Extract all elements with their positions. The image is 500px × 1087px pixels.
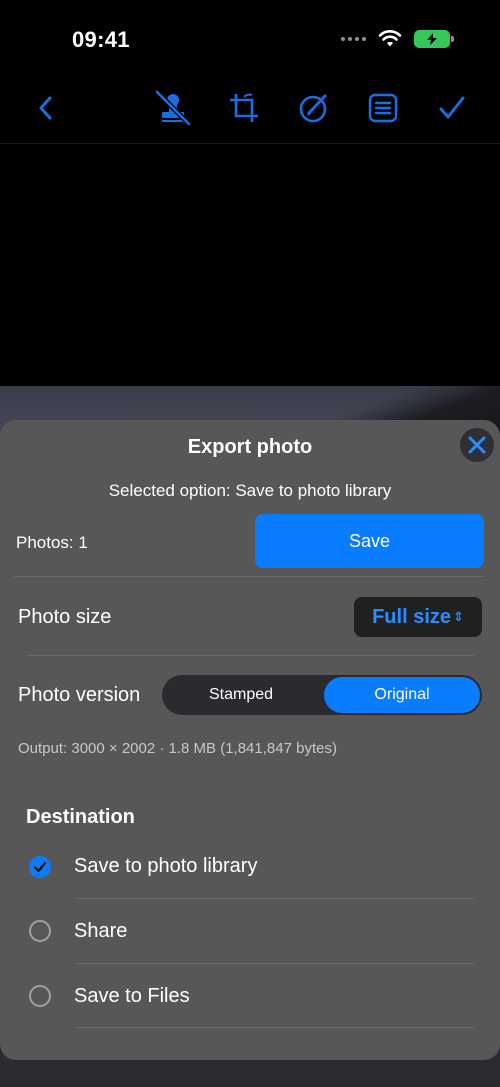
status-indicators bbox=[341, 30, 454, 48]
radio-unchecked-icon bbox=[29, 920, 51, 942]
photos-count: Photos: 1 bbox=[16, 533, 88, 552]
radio-unchecked-icon bbox=[29, 985, 51, 1007]
editor-toolbar bbox=[0, 80, 500, 144]
save-button[interactable]: Save bbox=[255, 514, 484, 568]
destination-label: Share bbox=[74, 920, 128, 942]
edit-circle-icon bbox=[299, 94, 327, 123]
divider bbox=[74, 898, 474, 899]
crop-button[interactable] bbox=[224, 88, 264, 128]
photo-version-label: Photo version bbox=[18, 684, 141, 706]
photo-size-label: Photo size bbox=[18, 606, 112, 628]
crop-icon bbox=[230, 93, 258, 122]
done-button[interactable] bbox=[432, 88, 472, 128]
chevron-left-icon bbox=[39, 96, 52, 120]
destination-option-photo-library[interactable]: Save to photo library bbox=[0, 835, 500, 899]
status-time: 09:41 bbox=[72, 27, 130, 52]
export-sheet: Export photo Selected option: Save to ph… bbox=[0, 420, 500, 1060]
chevron-up-down-icon: ⇕ bbox=[453, 609, 464, 624]
signal-icon bbox=[341, 37, 366, 41]
checkmark-icon bbox=[439, 96, 465, 119]
details-button[interactable] bbox=[363, 88, 403, 128]
radio-checked-icon bbox=[29, 856, 51, 878]
output-info: Output: 3000 × 2002 · 1.8 MB (1,841,847 … bbox=[18, 740, 337, 757]
destination-label: Save to Files bbox=[74, 985, 190, 1007]
photo-version-control: Stamped Original bbox=[162, 675, 482, 715]
list-icon bbox=[368, 93, 398, 123]
edit-button[interactable] bbox=[294, 88, 334, 128]
destination-option-files[interactable]: Save to Files bbox=[0, 965, 500, 1029]
divider bbox=[74, 963, 474, 964]
divider bbox=[74, 1027, 474, 1028]
stamp-toggle-button[interactable] bbox=[153, 88, 193, 128]
selected-option-text: Selected option: Save to photo library bbox=[108, 481, 392, 500]
destination-label: Save to photo library bbox=[74, 855, 258, 877]
battery-icon bbox=[414, 30, 454, 48]
version-option-stamped[interactable]: Stamped bbox=[164, 677, 318, 713]
status-bar: 09:41 bbox=[0, 0, 500, 80]
photo-size-select[interactable]: Full size ⇕ bbox=[354, 597, 482, 637]
destination-option-share[interactable]: Share bbox=[0, 900, 500, 964]
close-icon bbox=[468, 436, 486, 454]
close-button[interactable] bbox=[460, 428, 494, 462]
sheet-title: Export photo bbox=[187, 436, 313, 458]
stamp-off-icon bbox=[155, 90, 191, 126]
wifi-icon bbox=[378, 30, 402, 47]
divider bbox=[14, 576, 484, 577]
divider bbox=[26, 655, 474, 656]
version-option-original[interactable]: Original bbox=[324, 677, 480, 713]
photo-size-value: Full size bbox=[372, 605, 451, 628]
back-button[interactable] bbox=[26, 88, 66, 128]
destination-title: Destination bbox=[26, 806, 135, 828]
